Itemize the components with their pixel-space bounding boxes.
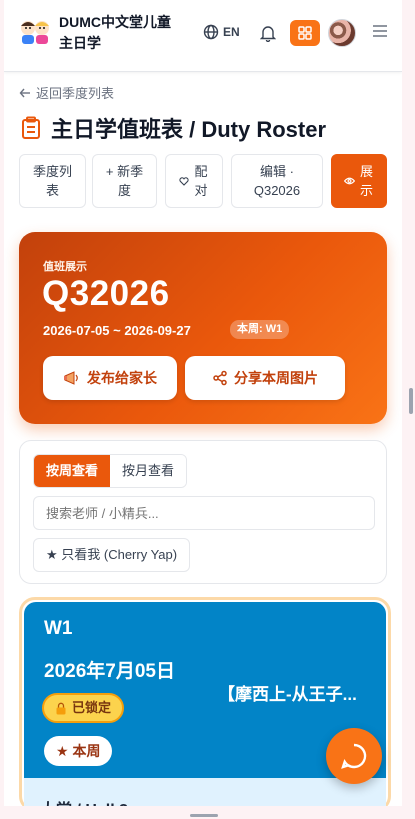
display-button[interactable]: 展示: [331, 154, 387, 208]
language-label: EN: [223, 25, 240, 39]
tab-by-week[interactable]: 按周查看: [34, 455, 111, 487]
publish-to-parents-button[interactable]: 发布给家长: [43, 356, 177, 400]
pairing-label: 配对: [194, 164, 208, 198]
clipboard-icon: [22, 116, 40, 139]
apps-button[interactable]: [290, 20, 320, 46]
eye-icon: [343, 177, 355, 185]
megaphone-icon: [64, 371, 78, 385]
top-bar: DUMC中文堂儿童主日学 EN: [4, 0, 402, 72]
pairing-button[interactable]: 配对: [165, 154, 223, 208]
new-season-button[interactable]: + 新季度: [92, 154, 157, 208]
publish-label: 发布给家长: [87, 370, 157, 386]
home-indicator: [190, 814, 218, 817]
chat-bubble-icon: [341, 743, 367, 769]
brand-name[interactable]: DUMC中文堂儿童主日学: [59, 12, 179, 54]
new-season-label: + 新季度: [105, 164, 144, 198]
edit-season-button[interactable]: 编辑 · Q32026: [231, 154, 323, 208]
grid-icon: [298, 26, 312, 40]
heart-icon: [179, 176, 189, 186]
hamburger-menu-icon[interactable]: [372, 24, 388, 38]
chat-button[interactable]: [326, 728, 382, 784]
hall-label: 大堂 / Hall 3: [40, 796, 128, 806]
back-link[interactable]: 返回季度列表: [19, 83, 114, 102]
locked-badge: 已锁定: [42, 693, 125, 723]
share-label: 分享本周图片: [234, 370, 318, 386]
display-label: 展示: [359, 164, 373, 198]
tab-by-month[interactable]: 按月查看: [110, 455, 187, 487]
week-theme: 【摩西上-从王子...: [218, 685, 357, 704]
view-mode-toggle: 按周查看 按月查看: [33, 454, 188, 488]
page-title-row: 主日学值班表 / Duty Roster: [21, 112, 326, 144]
arrow-left-icon: [19, 88, 30, 97]
filter-panel: 按周查看 按月查看 ★ 只看我 (Cherry Yap): [19, 440, 387, 584]
season-list-label: 季度列表: [32, 164, 72, 198]
logo-icon[interactable]: [18, 16, 54, 48]
share-week-image-button[interactable]: 分享本周图片: [185, 356, 345, 400]
locked-label: 已锁定: [72, 700, 112, 715]
back-link-label: 返回季度列表: [36, 86, 115, 101]
search-input[interactable]: [33, 496, 375, 530]
hall-section: 大堂 / Hall 3: [24, 778, 386, 806]
season-code: Q32026: [42, 274, 170, 313]
only-me-filter-button[interactable]: ★ 只看我 (Cherry Yap): [33, 538, 191, 572]
globe-icon: [203, 24, 219, 40]
share-icon: [213, 370, 227, 386]
season-date-range: 2026-07-05 ~ 2026-09-27: [43, 323, 191, 338]
hero-kicker: 值班展示: [43, 261, 87, 273]
current-week-badge: 本周: W1: [230, 320, 290, 339]
week-date: 2026年7月05日: [44, 661, 175, 682]
scrollbar-thumb[interactable]: [409, 388, 413, 414]
edit-season-label: 编辑 · Q32026: [253, 164, 301, 198]
language-switch[interactable]: EN: [203, 24, 240, 40]
user-avatar[interactable]: [328, 19, 356, 47]
bell-icon[interactable]: [260, 24, 276, 42]
season-list-button[interactable]: 季度列表: [19, 154, 86, 208]
lock-icon: [56, 702, 66, 714]
week-label: W1: [44, 618, 73, 639]
page-title: 主日学值班表 / Duty Roster: [51, 117, 327, 142]
this-week-badge: ★ 本周: [44, 736, 113, 766]
duty-display-card: 值班展示 Q32026 2026-07-05 ~ 2026-09-27 本周: …: [19, 232, 387, 424]
page: DUMC中文堂儿童主日学 EN 返回季度列表 主日学值班表 / Duty Ros…: [4, 0, 402, 806]
